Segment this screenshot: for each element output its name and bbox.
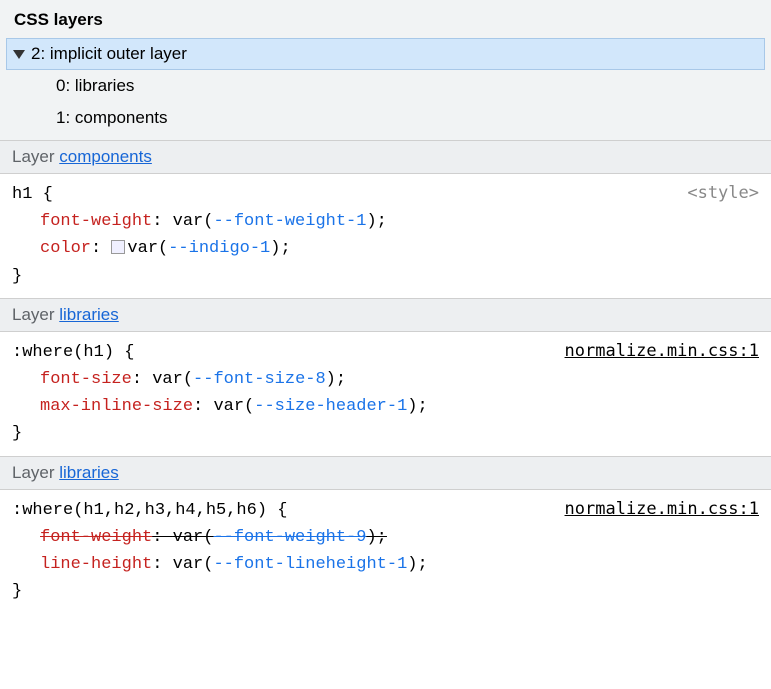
source-link[interactable]: normalize.min.css:1	[565, 338, 759, 365]
tree-label: 0: libraries	[56, 76, 134, 96]
layer-tree: 2: implicit outer layer 0: libraries 1: …	[0, 38, 771, 140]
layer-link[interactable]: libraries	[59, 305, 119, 324]
css-layers-panel: CSS layers 2: implicit outer layer 0: li…	[0, 0, 771, 613]
selector[interactable]: :where(h1,h2,h3,h4,h5,h6) {	[12, 497, 287, 524]
property-name: font-size	[40, 370, 132, 389]
panel-title: CSS layers	[0, 0, 771, 38]
css-variable[interactable]: --indigo-1	[168, 239, 270, 258]
layer-heading: Layer libraries	[0, 298, 771, 332]
color-swatch-icon[interactable]	[111, 240, 125, 254]
declaration[interactable]: line-height: var(--font-lineheight-1);	[12, 551, 759, 578]
layer-link[interactable]: libraries	[59, 463, 119, 482]
source-link: <style>	[687, 180, 759, 207]
tree-row-root[interactable]: 2: implicit outer layer	[6, 38, 765, 70]
layer-link[interactable]: components	[59, 147, 152, 166]
tree-row-child[interactable]: 0: libraries	[0, 70, 771, 102]
tree-label: 2: implicit outer layer	[31, 44, 187, 64]
layer-word: Layer	[12, 463, 59, 482]
property-name: font-weight	[40, 212, 152, 231]
css-variable[interactable]: --size-header-1	[254, 397, 407, 416]
disclosure-triangle-icon[interactable]	[13, 50, 25, 59]
selector[interactable]: h1 {	[12, 181, 53, 208]
close-brace: }	[12, 263, 759, 290]
layer-heading: Layer components	[0, 140, 771, 174]
property-name: font-weight	[40, 528, 152, 547]
css-rule: h1 { <style>font-weight: var(--font-weigh…	[0, 174, 771, 298]
close-brace: }	[12, 578, 759, 605]
declaration[interactable]: font-size: var(--font-size-8);	[12, 366, 759, 393]
css-variable[interactable]: --font-weight-1	[213, 212, 366, 231]
css-variable[interactable]: --font-lineheight-1	[213, 555, 407, 574]
selector[interactable]: :where(h1) {	[12, 339, 134, 366]
property-name: line-height	[40, 555, 152, 574]
layer-word: Layer	[12, 147, 59, 166]
close-brace: }	[12, 420, 759, 447]
layer-word: Layer	[12, 305, 59, 324]
css-rule: :where(h1,h2,h3,h4,h5,h6) { normalize.min…	[0, 490, 771, 614]
declaration[interactable]: font-weight: var(--font-weight-1);	[12, 208, 759, 235]
property-name: max-inline-size	[40, 397, 193, 416]
selector-line: :where(h1,h2,h3,h4,h5,h6) { normalize.min…	[12, 496, 759, 524]
css-variable[interactable]: --font-weight-9	[213, 528, 366, 547]
selector-line: :where(h1) { normalize.min.css:1	[12, 338, 759, 366]
declaration[interactable]: font-weight: var(--font-weight-9);	[12, 524, 759, 551]
css-rule: :where(h1) {normalize.min.css:1font-size…	[0, 332, 771, 456]
tree-label: 1: components	[56, 108, 168, 128]
property-name: color	[40, 239, 91, 258]
declaration[interactable]: color: var(--indigo-1);	[12, 235, 759, 262]
css-variable[interactable]: --font-size-8	[193, 370, 326, 389]
selector-line: h1 { <style>	[12, 180, 759, 208]
tree-row-child[interactable]: 1: components	[0, 102, 771, 134]
declaration[interactable]: max-inline-size: var(--size-header-1);	[12, 393, 759, 420]
layer-heading: Layer libraries	[0, 456, 771, 490]
source-link[interactable]: normalize.min.css:1	[565, 496, 759, 523]
